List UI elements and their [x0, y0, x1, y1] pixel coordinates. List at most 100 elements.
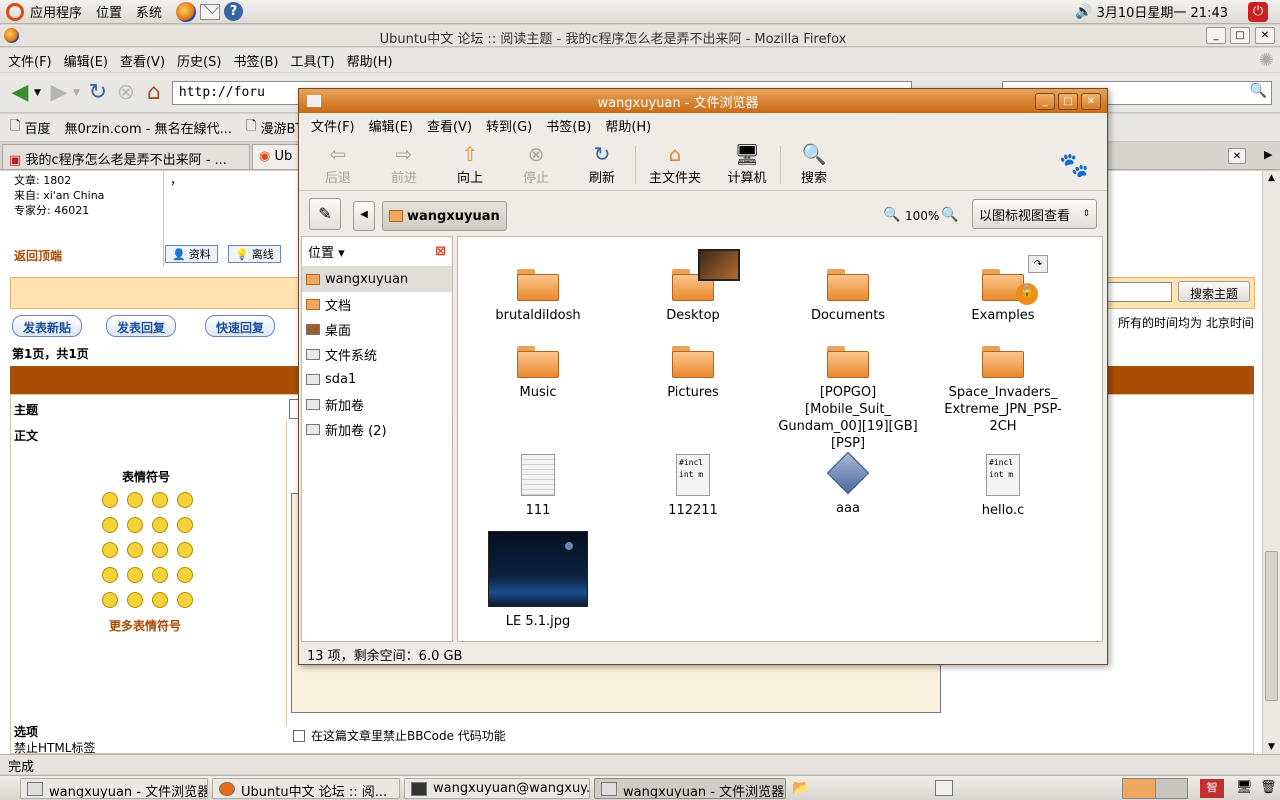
smiley-icon[interactable]: [177, 517, 193, 533]
sidebar-item-new-volume[interactable]: 新加卷: [302, 392, 452, 417]
menu-file[interactable]: 文件(F): [311, 116, 355, 135]
task-terminal[interactable]: wangxuyuan@wangxuy...: [404, 778, 590, 799]
file-item-examples[interactable]: ↷ 🔒 Examples: [933, 255, 1073, 324]
smiley-icon[interactable]: [127, 592, 143, 608]
file-item-music[interactable]: Music: [468, 346, 608, 401]
forward-icon[interactable]: ▶: [45, 79, 73, 107]
smiley-icon[interactable]: [177, 492, 193, 508]
file-item-hello-c[interactable]: #incl int m hello.c: [933, 454, 1073, 519]
search-button[interactable]: 🔍 搜索: [781, 142, 847, 186]
stop-icon[interactable]: ⊗: [112, 79, 140, 107]
open-folder-icon[interactable]: 📂: [792, 780, 809, 796]
smiley-icon[interactable]: [177, 542, 193, 558]
scroll-up-icon[interactable]: ▲: [1263, 173, 1280, 183]
smiley-icon[interactable]: [152, 492, 168, 508]
smiley-icon[interactable]: [102, 492, 118, 508]
back-history-icon[interactable]: ▼: [34, 88, 41, 98]
help-launcher-icon[interactable]: ?: [224, 2, 244, 21]
up-button[interactable]: ⇧ 向上: [437, 142, 503, 186]
sidebar-item-documents[interactable]: 文档: [302, 292, 452, 317]
sidebar-item-sda1[interactable]: sda1: [302, 367, 452, 392]
sidebar-item-filesystem[interactable]: 文件系统: [302, 342, 452, 367]
mail-launcher-icon[interactable]: [200, 3, 221, 20]
file-item-gundam[interactable]: [POPGO][Mobile_Suit_ Gundam_00][19][GB] …: [778, 346, 918, 452]
smiley-icon[interactable]: [102, 567, 118, 583]
file-browser-titlebar[interactable]: wangxuyuan - 文件浏览器 _ □ ✕: [299, 89, 1107, 113]
menu-history[interactable]: 历史(S): [177, 51, 221, 70]
smiley-icon[interactable]: [152, 592, 168, 608]
search-topic-field[interactable]: [1100, 282, 1172, 302]
smiley-icon[interactable]: [127, 567, 143, 583]
offline-button[interactable]: 💡 离线: [228, 245, 281, 263]
sidebar-item-new-volume-2[interactable]: 新加卷 (2): [302, 417, 452, 442]
sidebar-item-desktop[interactable]: 桌面: [302, 317, 452, 342]
smiley-icon[interactable]: [152, 542, 168, 558]
back-to-top-link[interactable]: 返回顶端: [14, 247, 62, 264]
smiley-icon[interactable]: [102, 542, 118, 558]
menu-view[interactable]: 查看(V): [120, 51, 165, 70]
bookmark-bt[interactable]: 漫游BT: [260, 118, 303, 137]
tab-ubuntu[interactable]: ◉ Ub: [252, 144, 300, 169]
view-mode-select[interactable]: 以图标视图查看 ⇕: [972, 199, 1097, 229]
close-sidebar-icon[interactable]: ⊠: [435, 244, 446, 259]
input-method-icon[interactable]: 智: [1200, 779, 1224, 798]
minimize-button[interactable]: _: [1035, 92, 1055, 110]
smiley-icon[interactable]: [102, 517, 118, 533]
file-item-111[interactable]: 111: [468, 454, 608, 519]
menu-tools[interactable]: 工具(T): [291, 51, 335, 70]
tab-scroll-icon[interactable]: ▶: [1264, 148, 1272, 161]
sidebar-mode-select[interactable]: 位置 ▾: [308, 242, 435, 261]
profile-button[interactable]: 👤 资料: [165, 245, 218, 263]
bbcode-checkbox[interactable]: [293, 729, 305, 742]
smiley-icon[interactable]: [152, 567, 168, 583]
scroll-down-icon[interactable]: ▼: [1263, 742, 1280, 752]
forward-history-icon[interactable]: ▼: [73, 88, 80, 98]
close-tab-icon[interactable]: ✕: [1228, 148, 1246, 164]
menu-view[interactable]: 查看(V): [427, 116, 472, 135]
system-menu[interactable]: 系统: [136, 2, 162, 21]
close-button[interactable]: ✕: [1255, 27, 1275, 44]
tab-forum-thread[interactable]: ▣ 我的c程序怎么老是弄不出来阿 - ...: [2, 144, 250, 169]
file-item-space-invaders[interactable]: Space_Invaders_ Extreme_JPN_PSP-2CH: [933, 346, 1073, 435]
maximize-button[interactable]: □: [1230, 27, 1250, 44]
more-smilies-link[interactable]: 更多表情符号: [109, 617, 181, 634]
page-scrollbar[interactable]: ▲ ▼: [1262, 171, 1280, 754]
computer-button[interactable]: 🖥 计算机: [714, 142, 780, 186]
workspace-2[interactable]: [1155, 779, 1187, 798]
post-reply-button[interactable]: 发表回复: [106, 315, 177, 337]
file-item-aaa[interactable]: aaa: [778, 451, 918, 517]
window-menu-icon[interactable]: [307, 95, 321, 107]
reload-icon[interactable]: ↻: [84, 79, 112, 107]
task-file-browser-active[interactable]: wangxuyuan - 文件浏览器: [594, 778, 786, 799]
search-icon[interactable]: 🔍: [1250, 83, 1267, 99]
path-button-home[interactable]: wangxuyuan: [382, 201, 507, 231]
workspace-switcher[interactable]: [1122, 778, 1188, 799]
menu-file[interactable]: 文件(F): [8, 51, 52, 70]
firefox-launcher-icon[interactable]: [176, 1, 197, 22]
zoom-in-icon[interactable]: 🔍: [941, 207, 958, 223]
menu-go[interactable]: 转到(G): [486, 116, 532, 135]
file-item-le-jpg[interactable]: LE 5.1.jpg: [468, 531, 608, 630]
home-icon[interactable]: ⌂: [140, 79, 168, 107]
back-button[interactable]: ⇦ 后退: [305, 142, 371, 186]
menu-help[interactable]: 帮助(H): [347, 51, 393, 70]
show-desktop-icon[interactable]: [935, 780, 953, 796]
file-item-documents[interactable]: Documents: [778, 269, 918, 324]
smiley-icon[interactable]: [177, 592, 193, 608]
volume-icon[interactable]: 🔊: [1075, 4, 1092, 20]
smiley-icon[interactable]: [127, 517, 143, 533]
file-item-112211[interactable]: #incl int m 112211: [623, 454, 763, 519]
clock[interactable]: 3月10日星期一 21:43: [1097, 2, 1228, 21]
menu-help[interactable]: 帮助(H): [605, 116, 651, 135]
workspace-1[interactable]: [1123, 779, 1156, 798]
trash-icon[interactable]: 🗑: [1260, 780, 1277, 795]
task-firefox[interactable]: Ubuntu中文 论坛 :: 阅...: [212, 778, 400, 799]
minimize-button[interactable]: _: [1206, 27, 1226, 44]
stop-button[interactable]: ⊗ 停止: [503, 142, 569, 186]
zoom-out-icon[interactable]: 🔍: [883, 207, 900, 223]
smiley-icon[interactable]: [102, 592, 118, 608]
maximize-button[interactable]: □: [1058, 92, 1078, 110]
post-new-button[interactable]: 发表新贴: [12, 315, 83, 337]
system-monitor-icon[interactable]: 🖥: [1236, 780, 1253, 795]
file-item-brutaldildosh[interactable]: brutaldildosh: [468, 269, 608, 324]
